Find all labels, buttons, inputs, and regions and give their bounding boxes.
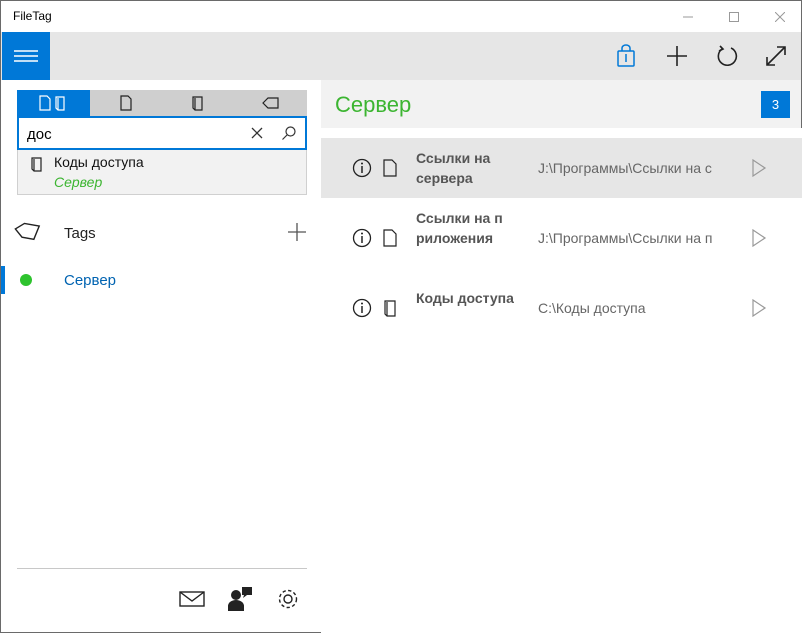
close-button[interactable] [757,1,802,32]
info-icon[interactable] [352,158,372,178]
file-row[interactable]: Коды доступа C:\Коды доступа [321,278,802,338]
file-icon [383,229,397,247]
menu-button[interactable] [2,32,50,80]
close-icon [775,11,785,22]
search-box [17,116,307,150]
refresh-button[interactable] [711,40,743,72]
tags-header: Tags [1,218,322,248]
file-icon [120,95,132,111]
segment-folders[interactable] [162,90,235,116]
window-title: FileTag [13,9,52,23]
bag-button[interactable] [610,40,642,72]
file-name: Ссылки на сервера [416,150,491,186]
file-name: Ссылки на приложения [416,210,503,246]
search-input[interactable] [27,124,247,144]
feedback-icon [228,587,252,611]
add-tag-icon[interactable] [287,222,307,242]
file-path: J:\Программы\Ссылки на с [538,160,712,176]
folder-icon [31,157,42,172]
suggestion-name: Коды доступа [54,154,144,170]
fullscreen-icon [766,46,786,66]
open-icon[interactable] [751,159,767,177]
file-list: Ссылки на сервера J:\Программы\Ссылки на… [321,138,802,633]
fullscreen-button[interactable] [760,40,792,72]
search-suggestion[interactable]: Коды доступа Сервер [17,150,307,195]
folder-icon [192,96,203,111]
tag-icon [261,97,279,109]
title-bar: FileTag [0,0,802,32]
maximize-button[interactable] [711,1,757,32]
app-bar [0,32,802,80]
add-button[interactable] [661,40,693,72]
right-pane: Сервер 3 Ссылки на сервера J:\Программы\… [321,80,802,633]
left-pane: Коды доступа Сервер Tags Сервер [0,80,321,633]
file-count-badge: 3 [761,91,790,118]
header-separator [321,128,802,138]
selected-tag-title: Сервер [335,92,412,117]
file-icon [383,159,397,177]
minimize-button[interactable] [665,1,711,32]
info-icon[interactable] [352,228,372,248]
suggestion-tag: Сервер [54,174,103,190]
filter-segment [17,90,307,116]
tag-color-dot [20,274,32,286]
info-icon[interactable] [352,298,372,318]
open-icon[interactable] [751,229,767,247]
bag-icon [617,44,635,67]
maximize-icon [729,11,739,22]
clear-icon[interactable] [249,125,265,141]
tag-icon [14,222,41,241]
file-folder-icon [39,95,65,111]
file-row[interactable]: Ссылки на приложения J:\Программы\Ссылки… [321,198,802,278]
open-icon[interactable] [751,299,767,317]
feedback-button[interactable] [227,586,253,612]
tag-name: Сервер [64,272,117,289]
segment-tags[interactable] [235,90,308,116]
mail-button[interactable] [179,586,205,612]
gear-icon [278,589,298,609]
footer-divider [17,568,307,569]
file-path: J:\Программы\Ссылки на п [538,230,713,246]
refresh-icon [717,45,738,67]
file-row[interactable]: Ссылки на сервера J:\Программы\Ссылки на… [321,138,802,198]
settings-button[interactable] [275,586,301,612]
mail-icon [179,591,205,607]
hamburger-icon [14,50,38,62]
folder-icon [384,300,396,317]
add-icon [667,46,687,66]
tag-item-server[interactable]: Сервер [1,266,322,294]
selection-indicator [1,266,5,294]
minimize-icon [683,16,693,17]
segment-all[interactable] [17,90,90,116]
search-icon[interactable] [281,125,297,141]
file-path: C:\Коды доступа [538,300,646,316]
tags-label: Tags [64,225,96,242]
file-name: Коды доступа [416,290,514,306]
segment-files[interactable] [90,90,163,116]
